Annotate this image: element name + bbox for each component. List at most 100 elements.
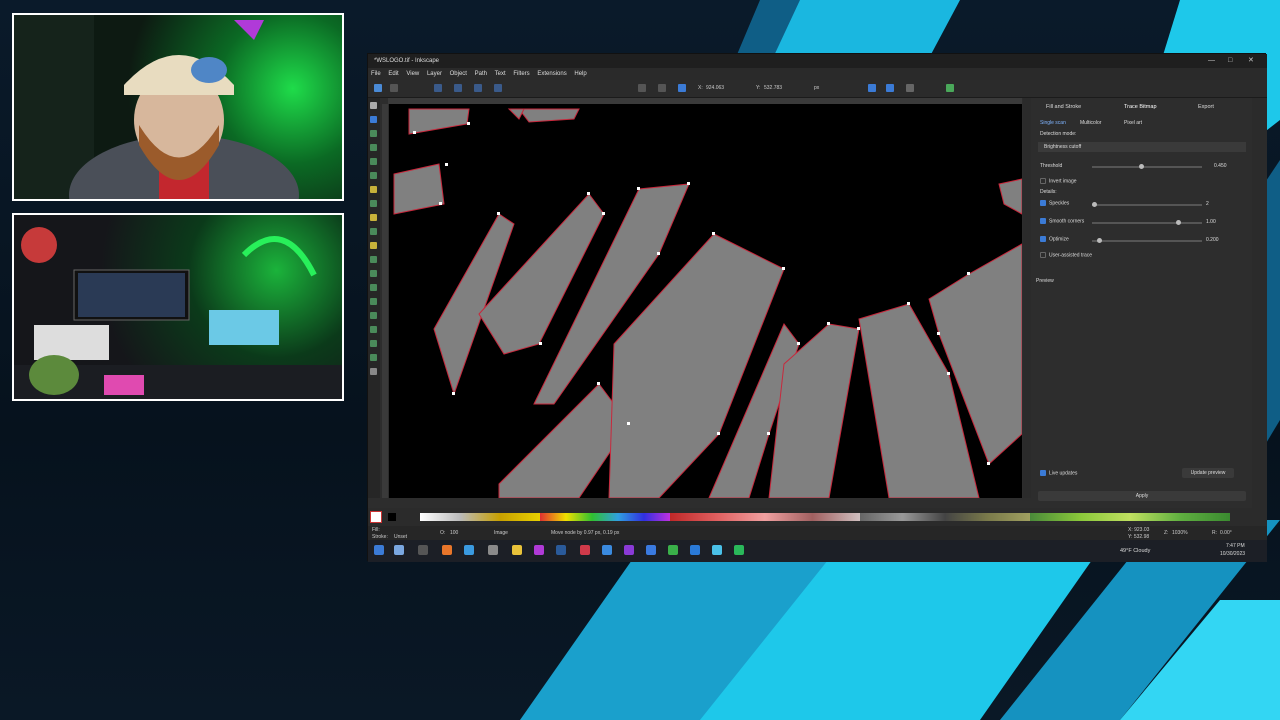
swatch-row-hues[interactable] bbox=[540, 513, 670, 521]
vertical-scrollbar[interactable] bbox=[1023, 98, 1031, 498]
apply-button[interactable]: Apply bbox=[1038, 491, 1246, 501]
show-handles-icon[interactable] bbox=[868, 84, 876, 92]
menu-edit[interactable]: Edit bbox=[388, 71, 398, 77]
app-icon[interactable] bbox=[602, 545, 612, 555]
menu-filters[interactable]: Filters bbox=[513, 71, 529, 77]
subtab-single-scan[interactable]: Single scan bbox=[1040, 120, 1066, 126]
undo-icon[interactable] bbox=[638, 84, 646, 92]
threshold-value[interactable]: 0.450 bbox=[1214, 163, 1227, 169]
swatch-row-neutrals[interactable] bbox=[420, 513, 540, 521]
swatch-row-greens[interactable] bbox=[1030, 513, 1230, 521]
maximize-icon[interactable]: □ bbox=[1228, 54, 1232, 68]
rotate-field[interactable]: 0.00° bbox=[1220, 530, 1232, 536]
mesh-tool-icon[interactable] bbox=[370, 326, 377, 333]
ellipse-tool-icon[interactable] bbox=[370, 172, 377, 179]
unit-select[interactable]: px bbox=[814, 85, 819, 91]
menu-view[interactable]: View bbox=[406, 71, 419, 77]
zoom-tool-icon[interactable] bbox=[370, 144, 377, 151]
swatch-black[interactable] bbox=[388, 513, 396, 521]
speckles-knob[interactable] bbox=[1092, 202, 1097, 207]
eraser-tool-icon[interactable] bbox=[370, 284, 377, 291]
bucket-tool-icon[interactable] bbox=[370, 298, 377, 305]
chrome-icon[interactable] bbox=[646, 545, 656, 555]
optimize-checkbox[interactable]: Optimize bbox=[1040, 236, 1069, 242]
minimize-icon[interactable]: — bbox=[1208, 54, 1215, 68]
speckles-checkbox[interactable]: Speckles bbox=[1040, 200, 1069, 206]
menu-file[interactable]: File bbox=[371, 71, 381, 77]
app-icon[interactable] bbox=[624, 545, 634, 555]
zoom-field[interactable]: 1030% bbox=[1172, 530, 1188, 536]
star-tool-icon[interactable] bbox=[370, 186, 377, 193]
tweak-tool-icon[interactable] bbox=[370, 130, 377, 137]
steam-icon[interactable] bbox=[556, 545, 566, 555]
app-icon[interactable] bbox=[580, 545, 590, 555]
snap-icon[interactable] bbox=[678, 84, 686, 92]
menu-object[interactable]: Object bbox=[450, 71, 467, 77]
y-field[interactable]: 532.783 bbox=[764, 85, 782, 91]
threshold-slider[interactable] bbox=[1092, 164, 1202, 169]
swatch-row-reds[interactable] bbox=[670, 513, 860, 521]
node-tool-icon[interactable] bbox=[370, 116, 377, 123]
spiral-tool-icon[interactable] bbox=[370, 200, 377, 207]
node-break-icon[interactable] bbox=[494, 84, 502, 92]
dropper-tool-icon[interactable] bbox=[370, 340, 377, 347]
gradient-tool-icon[interactable] bbox=[370, 312, 377, 319]
search-icon[interactable] bbox=[394, 545, 404, 555]
menu-extensions[interactable]: Extensions bbox=[537, 71, 566, 77]
swatch-row-grays[interactable] bbox=[860, 513, 1030, 521]
pencil-tool-icon[interactable] bbox=[370, 214, 377, 221]
arrow-icon[interactable] bbox=[374, 84, 382, 92]
pen-tool-icon[interactable] bbox=[370, 228, 377, 235]
start-icon[interactable] bbox=[374, 545, 384, 555]
invert-image-checkbox[interactable]: Invert image bbox=[1040, 178, 1077, 184]
clock-date[interactable]: 10/30/2023 bbox=[1220, 551, 1245, 557]
live-updates-checkbox[interactable]: Live updates bbox=[1040, 470, 1077, 476]
connector-tool-icon[interactable] bbox=[370, 354, 377, 361]
app-icon[interactable] bbox=[712, 545, 722, 555]
subtab-multicolor[interactable]: Multicolor bbox=[1080, 120, 1101, 126]
show-outline-icon[interactable] bbox=[886, 84, 894, 92]
speckles-slider[interactable] bbox=[1092, 202, 1202, 207]
tab-trace-bitmap[interactable]: Trace Bitmap bbox=[1124, 104, 1157, 110]
smooth-corners-slider[interactable] bbox=[1092, 220, 1202, 225]
tab-export[interactable]: Export bbox=[1198, 104, 1214, 110]
subtab-pixel-art[interactable]: Pixel art bbox=[1124, 120, 1142, 126]
layer-select[interactable]: Image bbox=[494, 530, 508, 536]
optimize-value[interactable]: 0.200 bbox=[1206, 237, 1219, 243]
opacity-value[interactable]: 100 bbox=[450, 530, 458, 536]
update-preview-button[interactable]: Update preview bbox=[1182, 468, 1234, 478]
rect-tool-icon[interactable] bbox=[370, 158, 377, 165]
speckles-value[interactable]: 2 bbox=[1206, 201, 1209, 207]
measure-tool-icon[interactable] bbox=[370, 368, 377, 375]
firefox-icon[interactable] bbox=[442, 545, 452, 555]
chevron-down-icon[interactable] bbox=[390, 84, 398, 92]
user-assisted-trace-checkbox[interactable]: User-assisted trace bbox=[1040, 252, 1092, 258]
smooth-corners-checkbox[interactable]: Smooth corners bbox=[1040, 218, 1084, 224]
spotify-icon[interactable] bbox=[734, 545, 744, 555]
clock-time[interactable]: 7:47 PM bbox=[1226, 543, 1245, 549]
app-icon[interactable] bbox=[534, 545, 544, 555]
tab-fill-and-stroke[interactable]: Fill and Stroke bbox=[1046, 104, 1081, 110]
close-icon[interactable]: ✕ bbox=[1248, 54, 1254, 68]
spray-tool-icon[interactable] bbox=[370, 270, 377, 277]
folder-icon[interactable] bbox=[512, 545, 522, 555]
weather-widget[interactable]: 49°F Cloudy bbox=[1120, 548, 1150, 554]
x-field[interactable]: 924.063 bbox=[706, 85, 724, 91]
app-icon[interactable] bbox=[464, 545, 474, 555]
redo-icon[interactable] bbox=[658, 84, 666, 92]
xbox-icon[interactable] bbox=[668, 545, 678, 555]
node-join-icon[interactable] bbox=[474, 84, 482, 92]
optimize-slider[interactable] bbox=[1092, 238, 1202, 243]
optimize-knob[interactable] bbox=[1097, 238, 1102, 243]
menu-text[interactable]: Text bbox=[495, 71, 506, 77]
transform-icon[interactable] bbox=[906, 84, 914, 92]
text-tool-icon[interactable] bbox=[370, 256, 377, 263]
no-paint-icon[interactable] bbox=[370, 511, 382, 523]
node-delete-icon[interactable] bbox=[454, 84, 462, 92]
menu-path[interactable]: Path bbox=[475, 71, 487, 77]
selector-tool-icon[interactable] bbox=[370, 102, 377, 109]
threshold-knob[interactable] bbox=[1139, 164, 1144, 169]
check-icon[interactable] bbox=[946, 84, 954, 92]
app-icon[interactable] bbox=[690, 545, 700, 555]
menu-layer[interactable]: Layer bbox=[427, 71, 442, 77]
